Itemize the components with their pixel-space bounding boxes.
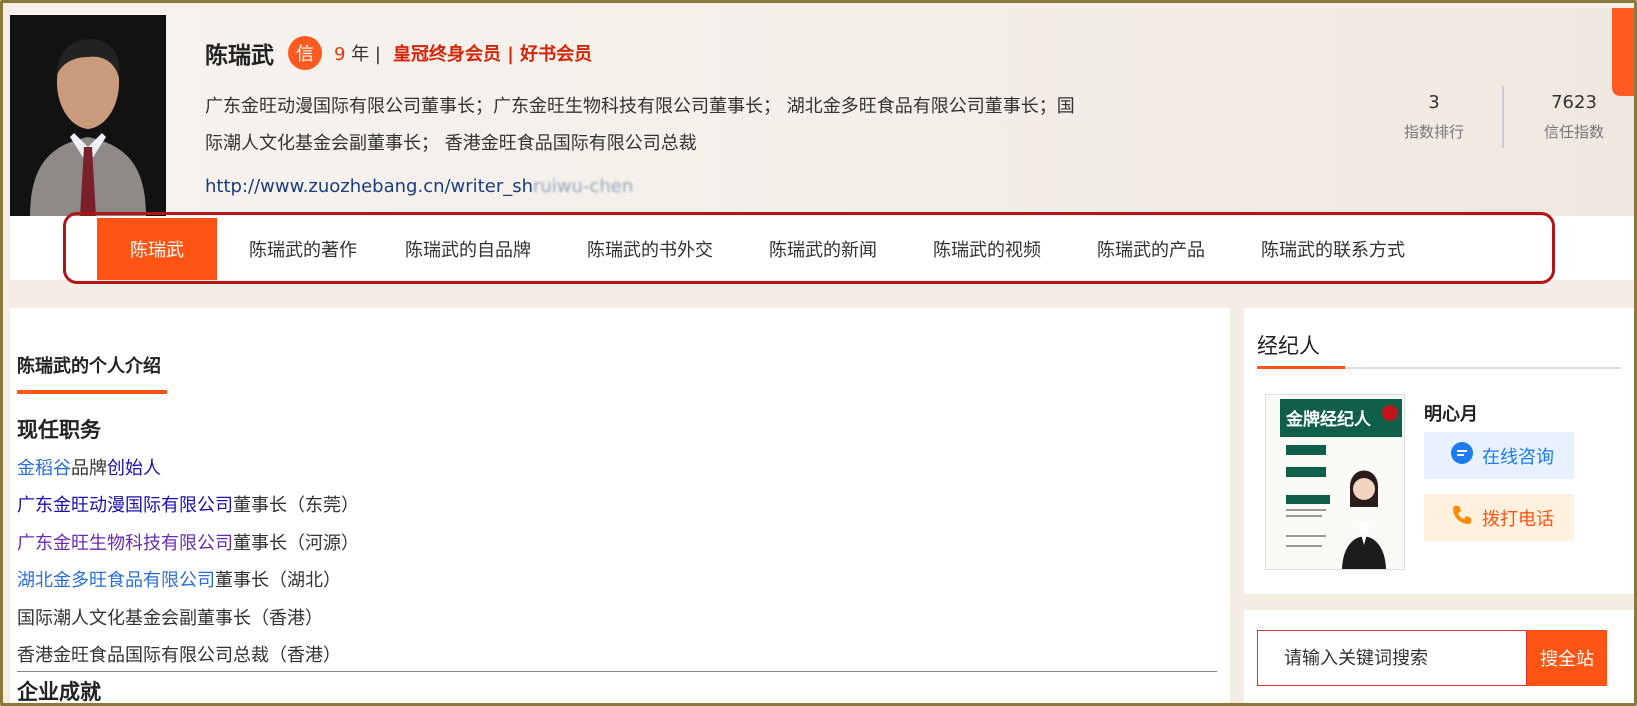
job-item: 金稻谷品牌创始人 [17, 450, 359, 487]
search-input[interactable] [1257, 630, 1527, 686]
avatar [10, 15, 166, 217]
profile-bio: 广东金旺动漫国际有限公司董事长；广东金旺生物科技有限公司董事长； 湖北金多旺食品… [205, 96, 1075, 154]
stat-rank-value: 3 [1428, 92, 1440, 113]
job-text: 董事长（湖北） [215, 570, 341, 592]
member-years-unit: 年 | [351, 44, 381, 65]
chat-icon [1450, 441, 1474, 470]
corner-tab[interactable] [1612, 8, 1634, 96]
call-label: 拨打电话 [1482, 508, 1554, 530]
agent-title-accent [1257, 366, 1345, 369]
agent-poster[interactable]: 金牌经纪人 [1265, 394, 1405, 570]
stat-rank-label: 指数排行 [1403, 123, 1464, 141]
stat-divider [1502, 86, 1504, 148]
profile-name: 陈瑞武 [205, 43, 274, 69]
search-button[interactable]: 搜全站 [1527, 630, 1607, 686]
profile-name-row: 陈瑞武 信 9 年 | 皇冠终身会员 | 好书会员 [205, 36, 592, 70]
agent-name: 明心月 [1424, 404, 1478, 425]
job-text: 品牌 [71, 458, 107, 479]
job-link[interactable]: 广东金旺生物科技有限公司 [17, 533, 233, 554]
intro-title-underline [17, 390, 167, 394]
membership-label: 皇冠终身会员 | 好书会员 [392, 44, 593, 65]
agent-title: 经纪人 [1257, 334, 1320, 358]
job-item: 香港金旺食品国际有限公司总裁（香港） [17, 637, 359, 674]
job-text: 董事长（河源） [233, 532, 359, 554]
job-item: 国际潮人文化基金会副董事长（香港） [17, 600, 359, 637]
jobs-list: 金稻谷品牌创始人 广东金旺动漫国际有限公司董事长（东莞） 广东金旺生物科技有限公… [17, 450, 359, 674]
stat-rank: 3 指数排行 [1392, 92, 1476, 142]
job-text: 香港金旺食品国际有限公司总裁（香港） [17, 645, 341, 667]
poster-title: 金牌经纪人 [1285, 409, 1372, 430]
section-divider [17, 671, 1217, 672]
stat-trust: 7623 信任指数 [1536, 92, 1612, 142]
job-item: 湖北金多旺食品有限公司董事长（湖北） [17, 562, 359, 599]
current-jobs-heading: 现任职务 [17, 418, 101, 442]
job-link[interactable]: 创始人 [107, 458, 161, 479]
stat-trust-value: 7623 [1551, 92, 1597, 113]
consult-label: 在线咨询 [1482, 446, 1554, 468]
stat-trust-label: 信任指数 [1543, 123, 1604, 141]
member-years-number: 9 [334, 44, 346, 65]
profile-url-text[interactable]: http://www.zuozhebang.cn/writer_sh [205, 176, 533, 197]
job-link[interactable]: 金稻谷 [17, 458, 71, 479]
member-years: 9 年 | [334, 40, 381, 66]
job-text: 董事长（东莞） [233, 495, 359, 517]
job-text: 国际潮人文化基金会副董事长（香港） [17, 607, 323, 629]
phone-icon [1450, 503, 1474, 532]
intro-title: 陈瑞武的个人介绍 [17, 356, 161, 377]
profile-url[interactable]: http://www.zuozhebang.cn/writer_shruiwu-… [205, 176, 633, 197]
job-item: 广东金旺生物科技有限公司董事长（河源） [17, 525, 359, 562]
achievements-heading: 企业成就 [17, 680, 101, 704]
trust-badge-icon: 信 [288, 36, 322, 70]
profile-url-blurred: ruiwu-chen [533, 176, 634, 197]
call-button[interactable]: 拨打电话 [1424, 494, 1574, 541]
annotation-highlight [63, 212, 1555, 284]
job-link[interactable]: 湖北金多旺食品有限公司 [17, 570, 215, 591]
consult-button[interactable]: 在线咨询 [1424, 432, 1574, 479]
job-item: 广东金旺动漫国际有限公司董事长（东莞） [17, 487, 359, 524]
job-link[interactable]: 广东金旺动漫国际有限公司 [17, 495, 233, 516]
